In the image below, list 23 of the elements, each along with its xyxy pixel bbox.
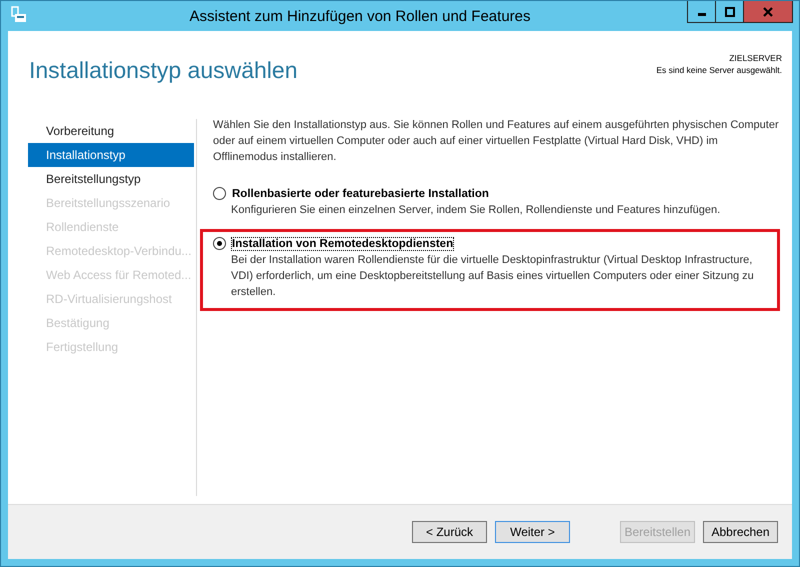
option-label[interactable]: Rollenbasierte oder featurebasierte Installation — [232, 188, 489, 200]
radio-button[interactable] — [213, 237, 226, 250]
radio-button[interactable] — [213, 187, 226, 200]
maximize-icon — [724, 6, 734, 16]
page-title: Installationstyp auswählen — [29, 57, 298, 85]
target-server-label: ZIELSERVER — [729, 53, 782, 63]
window-title: Assistent zum Hinzufügen von Rollen und Features — [188, 8, 532, 24]
target-server-value: Es sind keine Server ausgewählt. — [656, 65, 782, 75]
option-label[interactable]: Installation von Remotedesktopdiensten — [232, 238, 454, 250]
wizard-button[interactable]: Weiter > — [495, 521, 570, 543]
close-button[interactable] — [743, 1, 793, 23]
intro-text: Wählen Sie den Installationstyp aus. Sie können Rollen und Features auf einem ausgeführten physischen Computer oder auf einem virtuellen Computer oder auch auf einer virtuellen Festplatte (Virtual Hard Disk, VHD) im Offlinemodus installieren. — [213, 118, 780, 165]
wizard-button[interactable]: Abbrechen — [703, 521, 778, 543]
minimize-icon — [698, 13, 706, 16]
wizard-step[interactable]: Bereitstellungstyp — [28, 167, 194, 191]
wizard-step[interactable]: Vorbereitung — [28, 119, 194, 143]
wizard-step[interactable]: Installationstyp — [28, 143, 194, 167]
server-icon — [10, 6, 28, 24]
option-description: Konfigurieren Sie einen einzelnen Server, indem Sie Rollen, Rollendienste und Features hinzufügen. — [231, 203, 722, 218]
minimize-button[interactable] — [687, 1, 716, 23]
close-icon — [763, 6, 773, 16]
option-description: Bei der Installation waren Rollendienste für die virtuelle Desktopinfrastruktur (Virtual Desktop Infrastructure, VDI) erforderlich, um eine Desktopbereitstellung auf Basis eines virtuellen Computers oder einer Sitzung zu erstellen. — [231, 253, 755, 300]
wizard-button[interactable]: < Zurück — [412, 521, 487, 543]
